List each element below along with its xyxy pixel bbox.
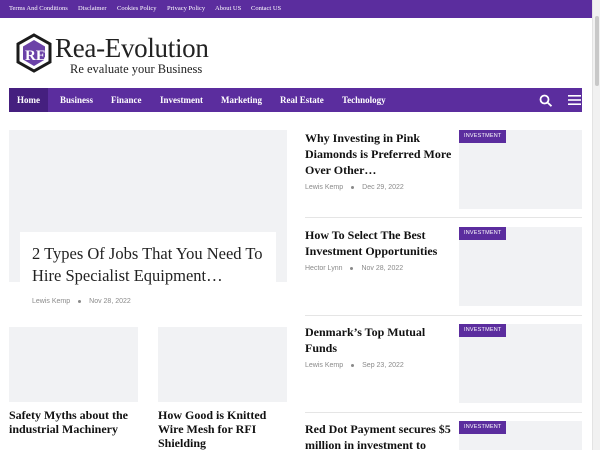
card-image[interactable] bbox=[9, 327, 138, 402]
hero-date: Nov 28, 2022 bbox=[89, 298, 131, 305]
main-nav: Home Business Finance Investment Marketi… bbox=[9, 88, 582, 112]
list-item-date: Dec 29, 2022 bbox=[362, 184, 404, 191]
topbar-link-cookies[interactable]: Cookies Policy bbox=[117, 5, 157, 12]
nav-item-finance[interactable]: Finance bbox=[103, 88, 150, 112]
card-title[interactable]: How Good is Knitted Wire Mesh for RFI Sh… bbox=[158, 408, 293, 450]
list-item-title[interactable]: How To Select The Best Investment Opport… bbox=[305, 227, 453, 259]
list-item-meta: Lewis Kemp Dec 29, 2022 bbox=[305, 184, 404, 191]
list-item-date: Sep 23, 2022 bbox=[362, 362, 404, 369]
topbar-link-privacy[interactable]: Privacy Policy bbox=[167, 5, 205, 12]
list-item-meta: Hector Lynn Nov 28, 2022 bbox=[305, 265, 403, 272]
site-title[interactable]: Rea-Evolution bbox=[55, 33, 209, 64]
topbar-link-terms[interactable]: Terms And Conditions bbox=[9, 5, 68, 12]
top-bar: Terms And Conditions Disclaimer Cookies … bbox=[0, 0, 600, 18]
list-item-author[interactable]: Lewis Kemp bbox=[305, 184, 343, 191]
divider bbox=[305, 412, 582, 413]
category-badge[interactable]: INVESTMENT bbox=[459, 130, 507, 143]
list-item-author[interactable]: Lewis Kemp bbox=[305, 362, 343, 369]
nav-item-technology[interactable]: Technology bbox=[334, 88, 394, 112]
hero-title-box: 2 Types Of Jobs That You Need To Hire Sp… bbox=[20, 232, 276, 290]
topbar-link-contact[interactable]: Contact US bbox=[251, 5, 281, 12]
site-logo[interactable]: RE bbox=[15, 33, 53, 73]
separator-dot bbox=[351, 185, 355, 189]
nav-item-marketing[interactable]: Marketing bbox=[213, 88, 270, 112]
list-item-meta: Lewis Kemp Sep 23, 2022 bbox=[305, 362, 404, 369]
separator-dot bbox=[78, 299, 82, 303]
nav-item-real-estate[interactable]: Real Estate bbox=[272, 88, 332, 112]
hamburger-menu-icon[interactable] bbox=[568, 95, 581, 105]
topbar-link-about[interactable]: About US bbox=[215, 5, 241, 12]
nav-item-business[interactable]: Business bbox=[52, 88, 101, 112]
scrollbar-thumb[interactable] bbox=[595, 16, 599, 86]
list-item-title[interactable]: Denmark’s Top Mutual Funds bbox=[305, 324, 453, 356]
category-badge[interactable]: INVESTMENT bbox=[459, 227, 507, 240]
list-item-title[interactable]: Red Dot Payment secures $5 million in in… bbox=[305, 421, 453, 450]
logo-letters: RE bbox=[25, 48, 46, 64]
card-title[interactable]: Safety Myths about the industrial Machin… bbox=[9, 408, 144, 436]
page-scrollbar[interactable] bbox=[592, 0, 600, 450]
nav-item-investment[interactable]: Investment bbox=[152, 88, 211, 112]
separator-dot bbox=[351, 363, 355, 367]
divider bbox=[305, 217, 582, 218]
hero-title[interactable]: 2 Types Of Jobs That You Need To Hire Sp… bbox=[32, 243, 264, 287]
card-image[interactable] bbox=[158, 327, 287, 402]
site-tagline: Re evaluate your Business bbox=[70, 62, 203, 76]
list-item-author[interactable]: Hector Lynn bbox=[305, 265, 342, 272]
list-item-title[interactable]: Why Investing in Pink Diamonds is Prefer… bbox=[305, 130, 453, 178]
search-icon[interactable] bbox=[539, 94, 553, 107]
category-badge[interactable]: INVESTMENT bbox=[459, 324, 507, 337]
category-badge[interactable]: INVESTMENT bbox=[459, 421, 507, 434]
list-item-date: Nov 28, 2022 bbox=[361, 265, 404, 272]
hero-author[interactable]: Lewis Kemp bbox=[32, 298, 70, 305]
hero-meta: Lewis Kemp Nov 28, 2022 bbox=[32, 298, 131, 305]
nav-item-home[interactable]: Home bbox=[9, 88, 48, 112]
divider bbox=[305, 315, 582, 316]
topbar-link-disclaimer[interactable]: Disclaimer bbox=[78, 5, 107, 12]
separator-dot bbox=[350, 266, 354, 270]
